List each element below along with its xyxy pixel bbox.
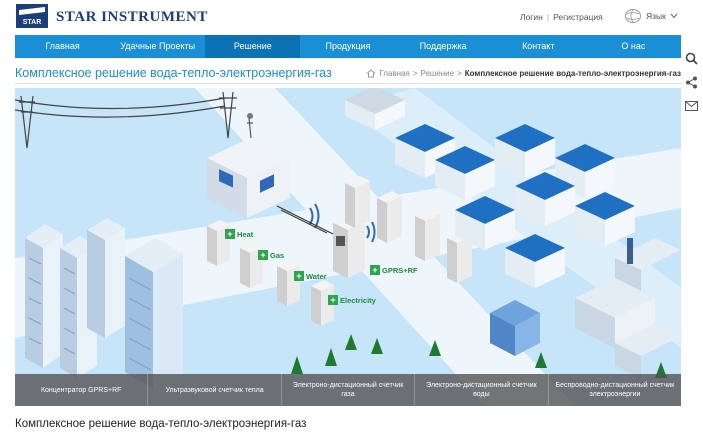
brand-name: STAR INSTRUMENT	[56, 9, 208, 25]
caption-water-meter[interactable]: Электроно-дистационный счетчик воды	[415, 374, 549, 406]
login-link[interactable]: Логин	[520, 12, 543, 22]
plus-icon: +	[294, 271, 304, 281]
auth-links: Логин | Регистрация	[520, 12, 603, 22]
main-nav: Главная Удачные Проекты Решение Продукци…	[15, 35, 681, 58]
register-link[interactable]: Регистрация	[553, 12, 603, 22]
mail-icon	[684, 101, 698, 111]
chevron-down-icon	[670, 13, 678, 19]
title-row: Комплексное решение вода-тепло-электроэн…	[15, 62, 681, 84]
nav-support[interactable]: Поддержка	[396, 35, 491, 58]
logo[interactable]: STAR	[16, 4, 48, 28]
search-icon	[685, 52, 698, 65]
breadcrumb-solutions[interactable]: Решение	[420, 69, 454, 78]
share-icon	[685, 76, 697, 88]
nav-solutions[interactable]: Решение	[205, 35, 301, 58]
home-icon	[366, 69, 376, 78]
breadcrumb-current: Комплексное решение вода-тепло-электроэн…	[464, 69, 681, 78]
share-button[interactable]	[683, 74, 699, 90]
solution-illustration: + Heat + Gas + Water + Electricity + GPRS+RF …	[15, 88, 681, 406]
heat-label: + Heat	[225, 229, 253, 239]
page-title: Комплексное решение вода-тепло-электроэн…	[15, 66, 332, 80]
mail-button[interactable]	[683, 98, 699, 114]
nav-projects[interactable]: Удачные Проекты	[110, 35, 205, 58]
breadcrumb-home[interactable]: Главная	[379, 69, 409, 78]
electricity-label: + Electricity	[328, 295, 376, 305]
plus-icon: +	[258, 250, 268, 260]
caption-concentrator[interactable]: Концентратор GPRS+RF	[15, 374, 149, 406]
breadcrumb: Главная > Решение > Комплексное решение …	[366, 69, 681, 78]
city-scene	[15, 88, 681, 406]
gas-label: + Gas	[258, 250, 284, 260]
caption-heat-meter[interactable]: Ультразвуковой счетчик тепла	[148, 374, 282, 406]
language-label: Язык	[646, 11, 666, 21]
logo-text: STAR	[23, 19, 42, 26]
plus-icon: +	[370, 265, 380, 275]
plus-icon: +	[225, 229, 235, 239]
nav-contact[interactable]: Контакт	[491, 35, 586, 58]
plus-icon: +	[328, 295, 338, 305]
side-tools	[683, 50, 699, 122]
nav-products[interactable]: Продукция	[300, 35, 395, 58]
caption-bar: Концентратор GPRS+RF Ультразвуковой счет…	[15, 374, 681, 406]
caption-electricity-meter[interactable]: Беспроводно-дистационный счетчик электро…	[549, 374, 681, 406]
language-selector[interactable]: Язык	[624, 8, 678, 24]
office-towers	[25, 218, 183, 388]
caption-gas-meter[interactable]: Электроно-дистационный счетчик газа	[282, 374, 416, 406]
header: STAR STAR INSTRUMENT Логин | Регистрация Я…	[0, 0, 703, 35]
nav-home[interactable]: Главная	[15, 35, 110, 58]
water-label: + Water	[294, 271, 327, 281]
gprs-label: + GPRS+RF	[370, 265, 418, 275]
nav-about[interactable]: О нас	[586, 35, 681, 58]
globe-icon	[625, 9, 641, 23]
search-button[interactable]	[683, 50, 699, 66]
section-title: Комплексное решение вода-тепло-электроэн…	[15, 418, 307, 430]
